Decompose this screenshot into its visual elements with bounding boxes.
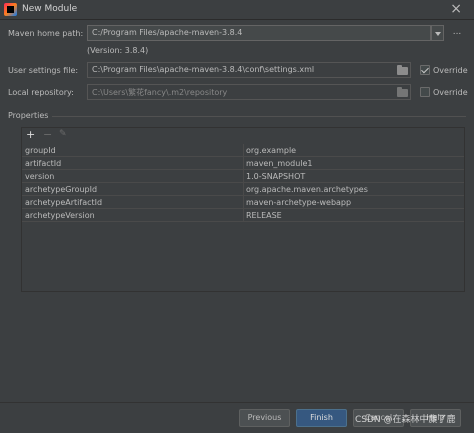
table-row[interactable]: version 1.0-SNAPSHOT — [22, 170, 464, 183]
footer-separator — [0, 402, 474, 403]
property-value[interactable]: org.apache.maven.archetypes — [244, 183, 464, 196]
local-repository-override-checkbox[interactable] — [420, 87, 430, 97]
user-settings-field[interactable]: C:\Program Files\apache-maven-3.8.4\conf… — [87, 62, 411, 78]
user-settings-label: User settings file: — [8, 66, 79, 75]
property-value[interactable]: RELEASE — [244, 209, 464, 222]
properties-separator — [52, 116, 466, 117]
chevron-down-icon[interactable] — [431, 25, 444, 41]
maven-version-text: (Version: 3.8.4) — [87, 46, 149, 55]
property-value[interactable]: org.example — [244, 144, 464, 157]
property-key: archetypeGroupId — [22, 183, 244, 196]
title-bar: New Module × — [0, 0, 474, 20]
finish-button[interactable]: Finish — [296, 409, 347, 427]
table-row[interactable]: artifactId maven_module1 — [22, 157, 464, 170]
properties-table: groupId org.example artifactId maven_mod… — [22, 144, 464, 222]
add-property-button[interactable]: + — [26, 129, 35, 140]
edit-property-button[interactable]: ✎ — [59, 129, 67, 140]
properties-title: Properties — [8, 111, 49, 120]
local-repository-override-label: Override — [433, 88, 468, 97]
property-key: groupId — [22, 144, 244, 157]
local-repository-field[interactable]: C:\Users\繁花fancy\.m2\repository — [87, 84, 411, 100]
watermark-text: CSDN @在森林中麋了鹿 — [355, 415, 456, 425]
property-value[interactable]: maven_module1 — [244, 157, 464, 170]
folder-icon[interactable] — [397, 65, 408, 75]
user-settings-override-label: Override — [433, 66, 468, 75]
property-key: artifactId — [22, 157, 244, 170]
folder-icon[interactable] — [397, 87, 408, 97]
maven-home-label: Maven home path: — [8, 29, 84, 38]
table-row[interactable]: archetypeGroupId org.apache.maven.archet… — [22, 183, 464, 196]
local-repository-label: Local repository: — [8, 88, 74, 97]
table-row[interactable]: archetypeArtifactId maven-archetype-weba… — [22, 196, 464, 209]
maven-home-combobox[interactable]: C:/Program Files/apache-maven-3.8.4 — [87, 25, 431, 41]
intellij-logo-icon — [4, 3, 17, 16]
previous-button[interactable]: Previous — [239, 409, 290, 427]
window-title: New Module — [22, 4, 78, 14]
remove-property-button[interactable]: − — [43, 129, 52, 140]
table-row[interactable]: archetypeVersion RELEASE — [22, 209, 464, 222]
table-row[interactable]: groupId org.example — [22, 144, 464, 157]
property-value[interactable]: maven-archetype-webapp — [244, 196, 464, 209]
property-key: archetypeVersion — [22, 209, 244, 222]
user-settings-override-checkbox[interactable] — [420, 65, 430, 75]
browse-maven-home-button[interactable]: ... — [449, 25, 465, 41]
property-key: archetypeArtifactId — [22, 196, 244, 209]
property-value[interactable]: 1.0-SNAPSHOT — [244, 170, 464, 183]
close-icon[interactable]: × — [450, 1, 462, 17]
property-key: version — [22, 170, 244, 183]
